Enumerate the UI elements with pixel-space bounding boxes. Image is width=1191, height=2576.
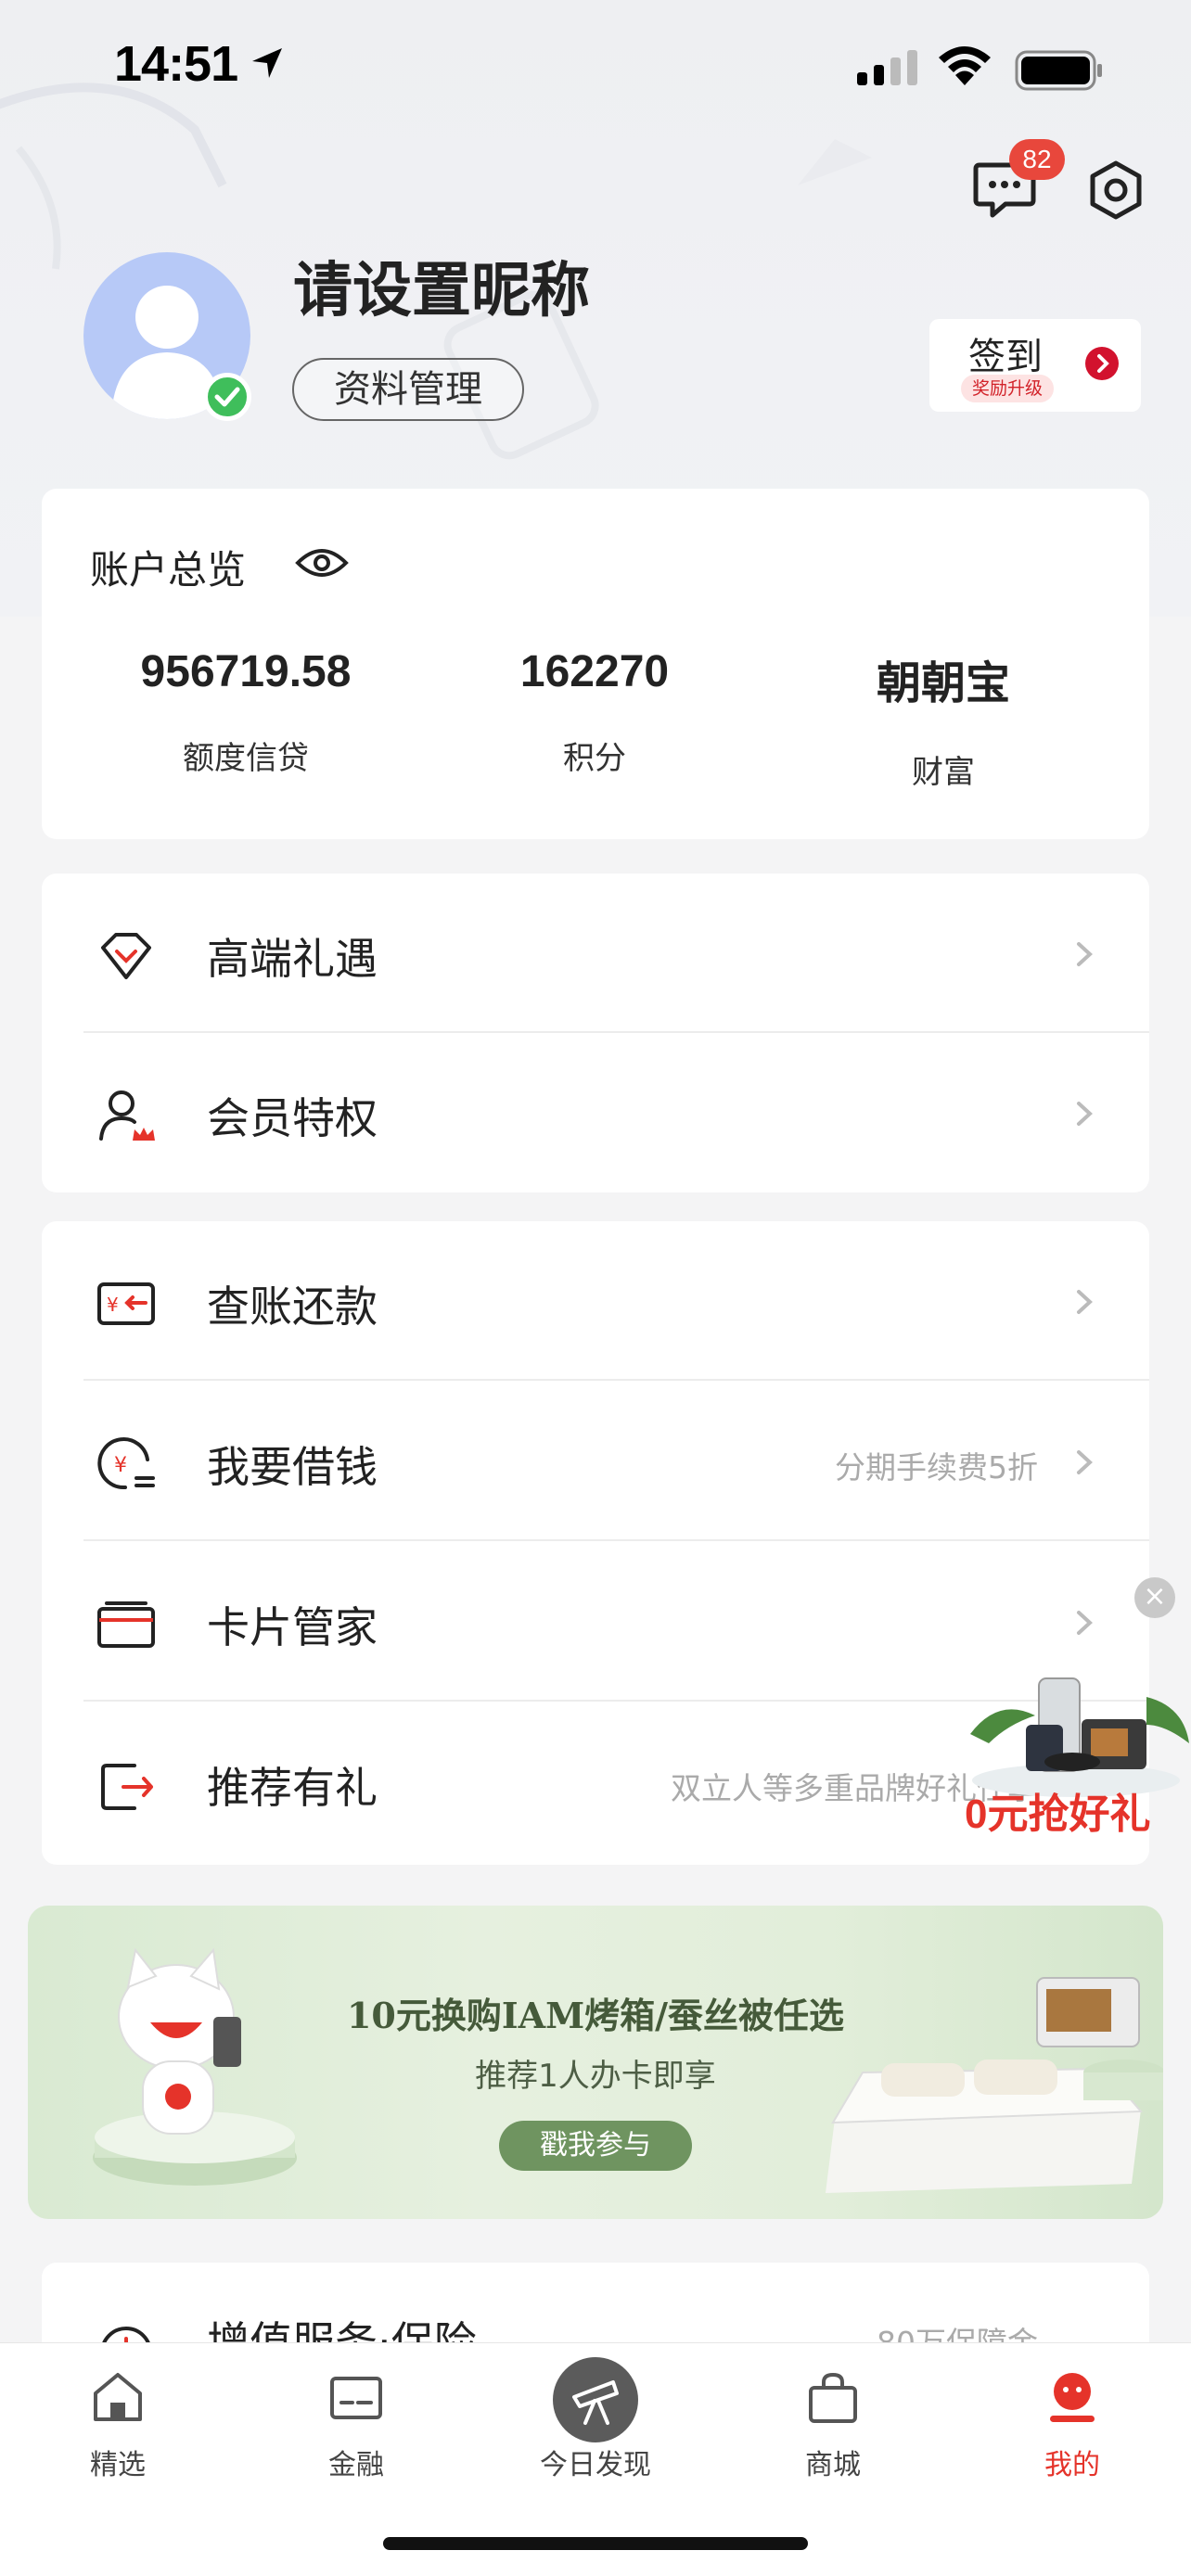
location-arrow-icon [252,48,282,78]
tab-finance[interactable]: 金融 [263,2343,449,2501]
chevron-right-icon [1077,1611,1093,1635]
chevron-right-icon [1077,1102,1093,1126]
stat-points[interactable]: 162270 积分 [455,646,734,778]
telescope-icon [553,2357,638,2442]
borrow-icon: ¥ [97,1437,155,1490]
tab-label: 金融 [328,2449,384,2481]
bill-repay-icon: ¥ [97,1282,155,1325]
check-icon [214,387,240,407]
menu-item-label: 卡片管家 [207,1602,378,1652]
banner-subtitle: 推荐1人办卡即享 [475,2058,716,2095]
promo-cta-label: 元抢好礼 [987,1791,1151,1838]
checkin-subtitle: 奖励升级 [961,375,1055,402]
stat-value: 162270 [519,647,670,696]
menu-item-label: 推荐有礼 [207,1763,378,1813]
cellular-signal-icon [857,50,917,85]
stat-value: 朝朝宝 [876,659,1010,708]
banner-join-button[interactable]: 戳我参与 [499,2121,692,2171]
stat-wealth[interactable]: 朝朝宝 财富 [804,646,1082,792]
verified-badge [203,373,251,421]
menu-item-premium-gifts[interactable]: 高端礼遇 [42,874,1149,1033]
tab-label: 今日发现 [540,2449,651,2481]
menu-item-label: 我要借钱 [207,1442,378,1492]
tab-discover[interactable]: 今日发现 [503,2343,688,2501]
divider [83,1379,1149,1381]
menu-item-member-privileges[interactable]: 会员特权 [42,1033,1149,1192]
eye-icon[interactable] [294,544,350,581]
divider [83,1539,1149,1541]
member-crown-icon [99,1090,155,1141]
menu-item-hint: 分期手续费5折 [835,1449,1038,1486]
tab-featured[interactable]: 精选 [25,2343,211,2501]
account-overview-card: 账户总览 956719.58 额度信贷 162270 积分 朝朝宝 财富 [42,489,1149,839]
tab-mall[interactable]: 商城 [740,2343,926,2501]
status-bar: 14:51 [0,0,1191,139]
menu-item-label: 查账还款 [207,1282,378,1332]
battery-icon [1015,50,1102,91]
promo-banner[interactable]: 10元换购IAM烤箱/蚕丝被任选 推荐1人办卡即享 戳我参与 [28,1906,1163,2219]
chevron-right-icon [1077,1450,1093,1474]
home-indicator [383,2537,808,2550]
shopping-bag-icon [809,2372,857,2423]
tab-label: 商城 [805,2449,861,2481]
home-icon [94,2373,142,2421]
menu-item-bill-repay[interactable]: ¥ 查账还款 [42,1221,1149,1381]
chevron-right-icon [1077,1290,1093,1314]
menu-item-label: 高端礼遇 [207,934,378,984]
menu-item-borrow[interactable]: ¥ 我要借钱 分期手续费5折 [42,1382,1149,1541]
message-badge: 82 [1009,139,1065,180]
status-time: 14:51 [114,36,238,92]
profile-management-button[interactable]: 资料管理 [292,358,524,421]
stat-label: 额度信贷 [183,740,309,777]
wifi-icon [939,46,991,85]
settings-icon[interactable] [1085,159,1146,221]
mine-face-icon [1050,2373,1095,2422]
stat-value: 956719.58 [140,647,352,696]
diamond-icon [101,933,151,979]
promo-cta-text[interactable]: 0元抢好礼 [965,1780,1150,1840]
chevron-right-icon [1085,347,1119,380]
checkin-button[interactable]: 签到 奖励升级 [929,319,1141,412]
stat-credit[interactable]: 956719.58 额度信贷 [107,646,385,778]
svg-text:¥: ¥ [114,1454,127,1477]
tab-mine[interactable]: 我的 [980,2343,1165,2501]
menu-group-privileges: 高端礼遇 会员特权 [42,874,1149,1192]
stat-label: 财富 [912,754,975,791]
finance-card-icon [330,2377,382,2419]
promo-cta-number: 0 [965,1792,988,1837]
close-icon[interactable]: × [1134,1577,1175,1618]
chevron-right-icon [1077,942,1093,966]
promo-products-image[interactable] [961,1641,1191,1799]
svg-text:¥: ¥ [107,1294,119,1316]
nickname[interactable]: 请设置昵称 [293,243,590,328]
share-exit-icon [101,1764,153,1810]
checkin-title: 签到 [968,336,1043,378]
menu-item-label: 会员特权 [207,1093,378,1143]
tab-label: 我的 [1044,2449,1100,2481]
card-icon [97,1601,155,1648]
stat-label: 积分 [563,740,626,777]
banner-title: 10元换购IAM烤箱/蚕丝被任选 [346,1995,845,2036]
overview-title: 账户总览 [90,547,247,593]
tab-label: 精选 [90,2449,146,2481]
